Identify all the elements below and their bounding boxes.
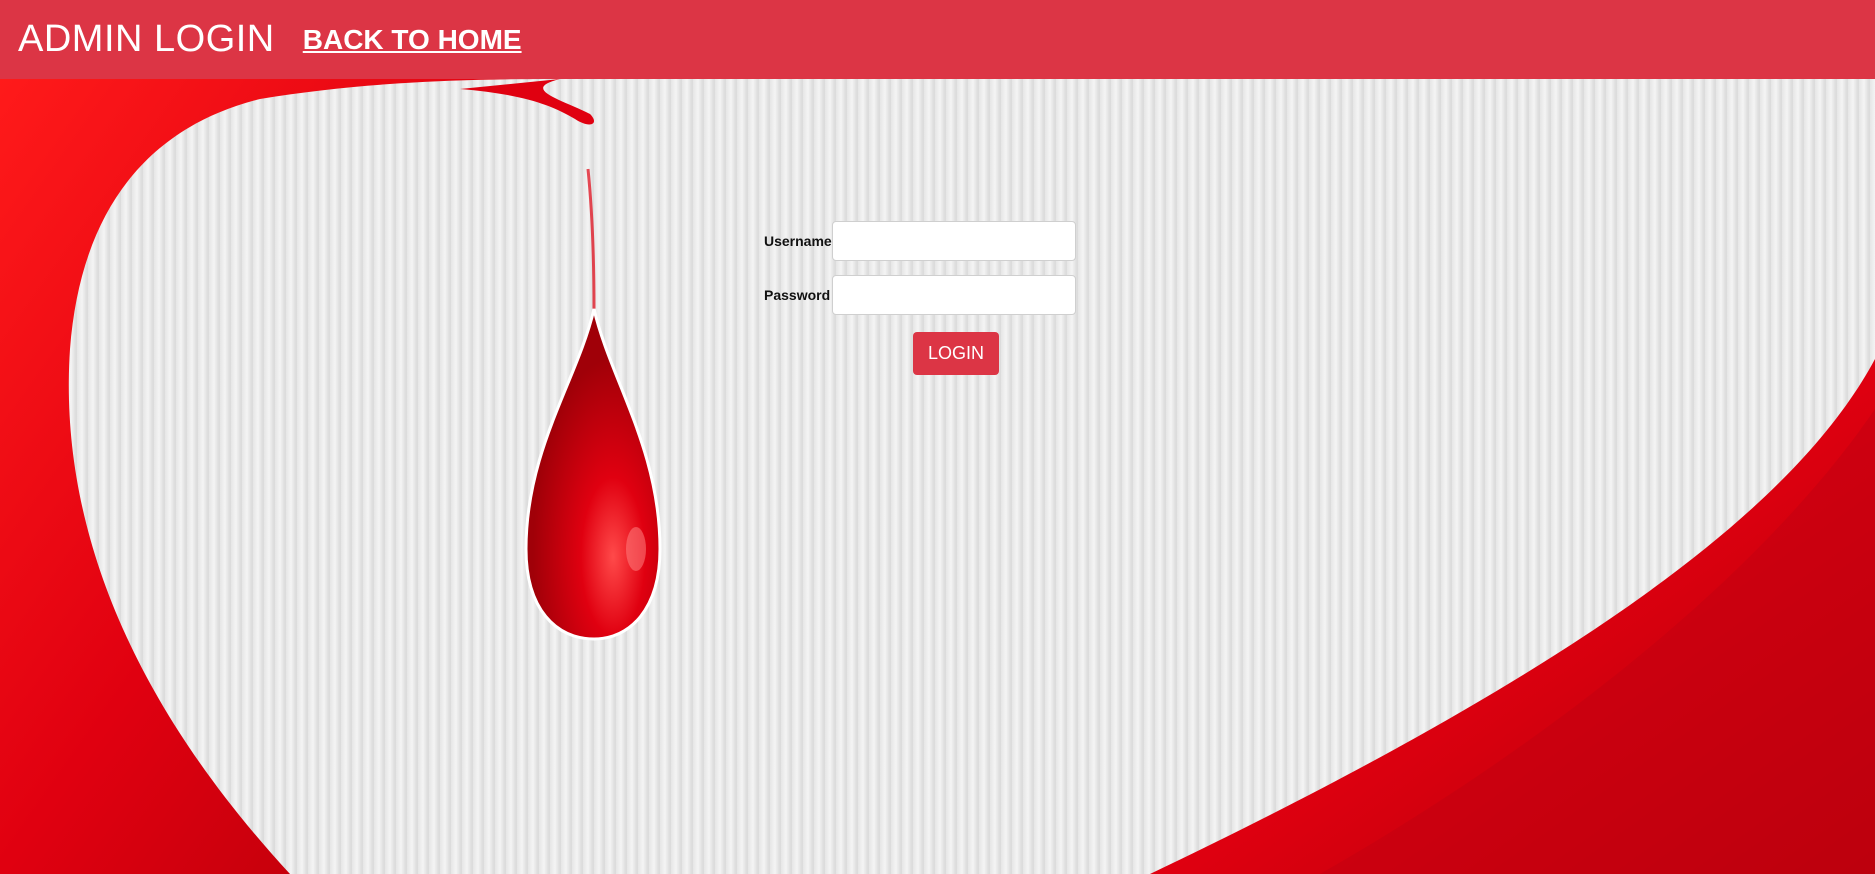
password-label: Password: [764, 287, 831, 303]
blood-drop-icon: [524, 308, 662, 641]
login-form: Username Password LOGIN: [764, 219, 1084, 375]
blood-splash-background: [0, 79, 1875, 874]
back-to-home-link[interactable]: BACK TO HOME: [303, 24, 522, 56]
page-title: ADMIN LOGIN: [18, 18, 275, 60]
username-label: Username: [764, 233, 832, 249]
drop-highlight: [626, 527, 646, 571]
top-header: ADMIN LOGIN BACK TO HOME: [0, 0, 1875, 79]
background-area: Username Password LOGIN: [0, 79, 1875, 874]
top-red-wisp: [460, 79, 595, 125]
password-row: Password: [764, 273, 1084, 317]
drip-trail: [586, 168, 596, 310]
username-input[interactable]: [832, 221, 1076, 261]
password-input[interactable]: [832, 275, 1076, 315]
login-button[interactable]: LOGIN: [913, 332, 999, 375]
left-red-swirl: [0, 79, 560, 874]
username-row: Username: [764, 219, 1084, 263]
